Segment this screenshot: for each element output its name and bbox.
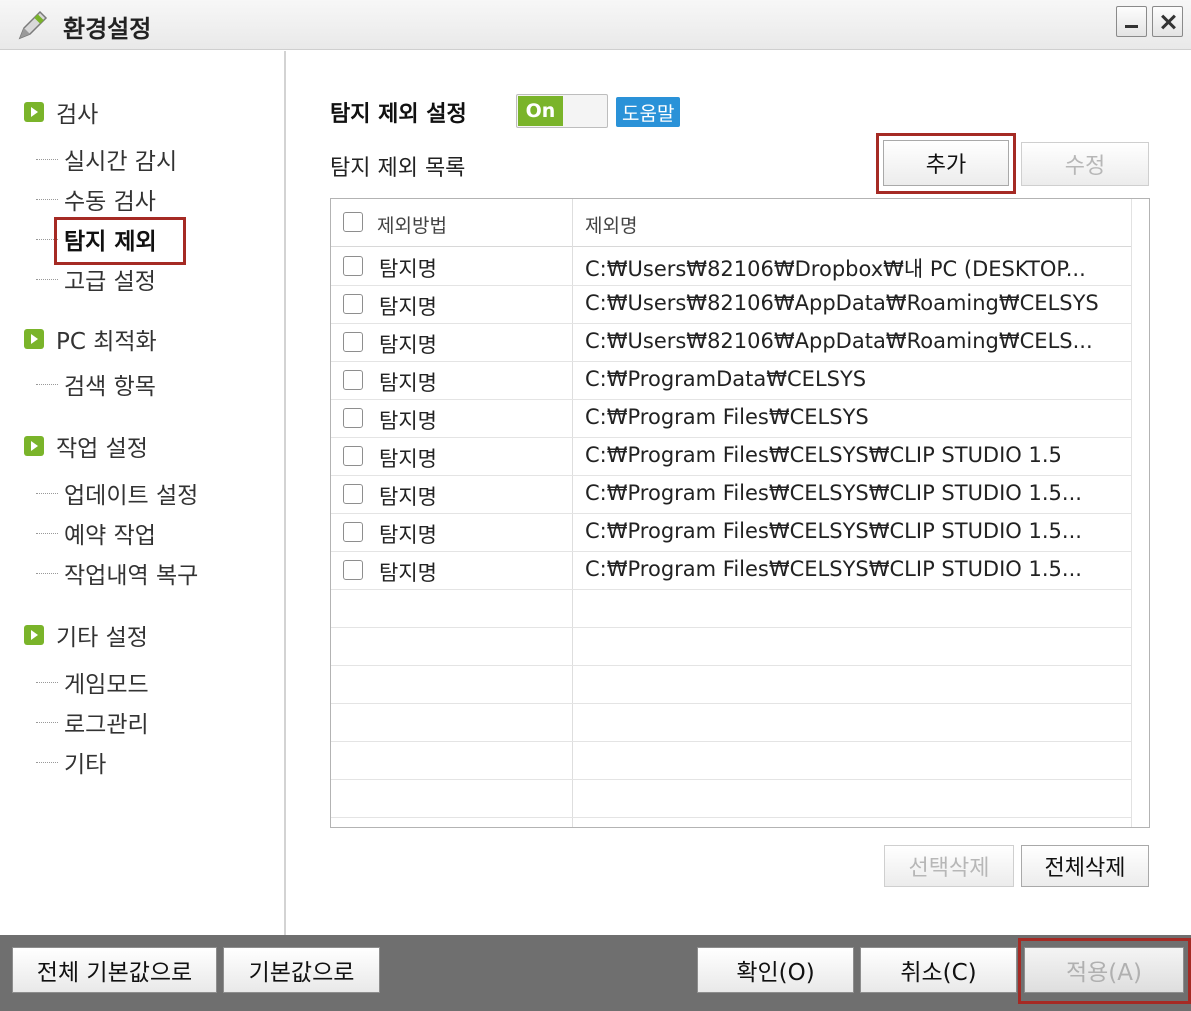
row-name: C:₩Program Files₩CELSYS₩CLIP STUDIO 1.5.…: [585, 557, 1082, 581]
sidebar-item-scheduled-tasks[interactable]: 예약 작업: [36, 518, 156, 549]
row-method: 탐지명: [379, 409, 437, 433]
table-row[interactable]: 탐지명 C:₩Program Files₩CELSYS₩CLIP STUDIO 1…: [331, 513, 1131, 551]
row-checkbox[interactable]: [343, 256, 363, 276]
sidebar-category-task-settings[interactable]: 작업 설정: [24, 431, 148, 462]
row-method: 탐지명: [379, 295, 437, 319]
sidebar-item-label: 실시간 감시: [64, 149, 178, 175]
table-row[interactable]: 탐지명 C:₩Program Files₩CELSYS₩CLIP STUDIO 1…: [331, 551, 1131, 589]
help-button[interactable]: 도움말: [616, 97, 681, 127]
row-checkbox[interactable]: [343, 522, 363, 542]
selected-item-highlight: [54, 217, 186, 265]
row-name: C:₩Users₩82106₩Dropbox₩내 PC (DESKTOP...: [585, 257, 1086, 281]
app-pencil-icon: [18, 10, 48, 40]
category-label: 기타 설정: [56, 625, 148, 651]
list-title: 탐지 제외 목록: [330, 156, 466, 181]
table-row[interactable]: 탐지명 C:₩Users₩82106₩AppData₩Roaming₩CELSYS: [331, 285, 1131, 323]
row-name: C:₩Program Files₩CELSYS₩CLIP STUDIO 1.5.…: [585, 519, 1082, 543]
sidebar-item-manual-scan[interactable]: 수동 검사: [36, 184, 156, 215]
reset-all-defaults-button[interactable]: 전체 기본값으로: [12, 947, 217, 993]
row-method: 탐지명: [379, 257, 437, 281]
edit-button[interactable]: 수정: [1021, 142, 1149, 186]
sidebar-item-label: 기타: [64, 752, 107, 778]
sidebar-item-label: 업데이트 설정: [64, 483, 199, 509]
row-name: C:₩Users₩82106₩AppData₩Roaming₩CELS...: [585, 329, 1093, 353]
row-method: 탐지명: [379, 447, 437, 471]
sidebar-item-label: 게임모드: [64, 672, 149, 698]
row-name: C:₩Users₩82106₩AppData₩Roaming₩CELSYS: [585, 291, 1099, 315]
delete-selected-button[interactable]: 선택삭제: [884, 845, 1014, 887]
row-checkbox[interactable]: [343, 408, 363, 428]
sidebar-item-search-items[interactable]: 검색 항목: [36, 369, 156, 400]
category-bullet-icon: [24, 102, 44, 122]
exclusion-table: 제외방법 제외명 탐지명 C:₩Users₩82106₩Dropbox₩내 PC …: [330, 198, 1150, 828]
row-method: 탐지명: [379, 523, 437, 547]
row-method: 탐지명: [379, 485, 437, 509]
minimize-button[interactable]: [1116, 6, 1147, 37]
row-method: 탐지명: [379, 371, 437, 395]
row-checkbox[interactable]: [343, 332, 363, 352]
category-bullet-icon: [24, 329, 44, 349]
reset-defaults-button[interactable]: 기본값으로: [223, 947, 380, 993]
apply-button-highlight: [1018, 938, 1191, 1004]
table-row[interactable]: 탐지명 C:₩Program Files₩CELSYS: [331, 399, 1131, 437]
row-name: C:₩Program Files₩CELSYS₩CLIP STUDIO 1.5.…: [585, 481, 1082, 505]
table-row[interactable]: 탐지명 C:₩ProgramData₩CELSYS: [331, 361, 1131, 399]
row-name: C:₩Program Files₩CELSYS₩CLIP STUDIO 1.5: [585, 443, 1062, 467]
exclusion-toggle[interactable]: On: [516, 94, 608, 128]
row-checkbox[interactable]: [343, 294, 363, 314]
sidebar-item-log-management[interactable]: 로그관리: [36, 707, 149, 738]
column-header-name: 제외명: [585, 215, 638, 237]
sidebar-item-advanced-settings[interactable]: 고급 설정: [36, 264, 156, 295]
sidebar-category-scan[interactable]: 검사: [24, 97, 99, 128]
row-checkbox[interactable]: [343, 484, 363, 504]
table-header: 제외방법 제외명: [331, 199, 1131, 247]
category-bullet-icon: [24, 436, 44, 456]
table-row[interactable]: 탐지명 C:₩Users₩82106₩Dropbox₩내 PC (DESKTOP.…: [331, 247, 1131, 285]
sidebar-item-label: 로그관리: [64, 712, 149, 738]
table-row[interactable]: 탐지명 C:₩Users₩82106₩AppData₩Roaming₩CELS..…: [331, 323, 1131, 361]
section-title: 탐지 제외 설정: [330, 102, 467, 127]
vertical-scrollbar[interactable]: [1131, 199, 1149, 827]
sidebar-item-etc[interactable]: 기타: [36, 747, 107, 778]
row-checkbox[interactable]: [343, 560, 363, 580]
sidebar-category-pc-optimization[interactable]: PC 최적화: [24, 324, 157, 355]
settings-sidebar: 검사 실시간 감시 수동 검사 탐지 제외 고급 설정 PC 최적화 검색 항목…: [0, 51, 286, 935]
row-checkbox[interactable]: [343, 370, 363, 390]
add-button-highlight: [876, 133, 1016, 194]
row-method: 탐지명: [379, 333, 437, 357]
ok-button[interactable]: 확인(O): [697, 947, 854, 993]
sidebar-item-label: 수동 검사: [64, 189, 156, 215]
title-bar: 환경설정: [0, 0, 1191, 50]
sidebar-item-update-settings[interactable]: 업데이트 설정: [36, 478, 199, 509]
select-all-checkbox[interactable]: [343, 212, 363, 232]
category-label: 검사: [56, 102, 99, 128]
sidebar-item-label: 예약 작업: [64, 523, 156, 549]
category-bullet-icon: [24, 625, 44, 645]
category-label: 작업 설정: [56, 436, 148, 462]
row-checkbox[interactable]: [343, 446, 363, 466]
category-label: PC 최적화: [56, 329, 157, 355]
row-name: C:₩Program Files₩CELSYS: [585, 405, 869, 429]
delete-all-button[interactable]: 전체삭제: [1021, 845, 1149, 887]
toggle-on-label: On: [518, 96, 563, 126]
sidebar-item-label: 작업내역 복구: [64, 563, 199, 589]
row-name: C:₩ProgramData₩CELSYS: [585, 367, 867, 391]
window-title: 환경설정: [63, 15, 152, 43]
footer-bar: 전체 기본값으로 기본값으로 확인(O) 취소(C) 적용(A): [0, 935, 1191, 1011]
column-header-method: 제외방법: [377, 215, 447, 237]
sidebar-item-label: 고급 설정: [64, 269, 156, 295]
table-row[interactable]: 탐지명 C:₩Program Files₩CELSYS₩CLIP STUDIO 1…: [331, 475, 1131, 513]
row-method: 탐지명: [379, 561, 437, 585]
sidebar-item-label: 검색 항목: [64, 374, 156, 400]
sidebar-item-realtime-monitor[interactable]: 실시간 감시: [36, 144, 178, 175]
table-row[interactable]: 탐지명 C:₩Program Files₩CELSYS₩CLIP STUDIO 1…: [331, 437, 1131, 475]
sidebar-category-other-settings[interactable]: 기타 설정: [24, 620, 148, 651]
sidebar-item-game-mode[interactable]: 게임모드: [36, 667, 149, 698]
cancel-button[interactable]: 취소(C): [860, 947, 1017, 993]
sidebar-item-task-history-restore[interactable]: 작업내역 복구: [36, 558, 199, 589]
close-button[interactable]: [1152, 6, 1183, 37]
